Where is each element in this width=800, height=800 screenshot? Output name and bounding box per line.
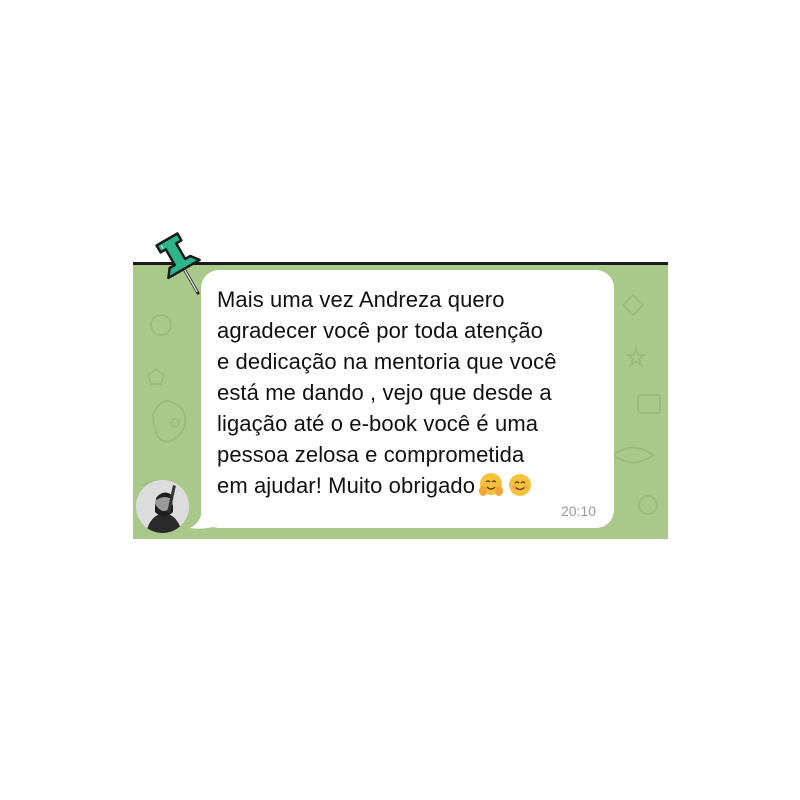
sender-avatar[interactable] <box>136 480 189 533</box>
message-line: em ajudar! Muito obrigado <box>217 473 476 498</box>
message-line: e dedicação na mentoria que você <box>217 349 557 374</box>
message-line: agradecer você por toda atenção <box>217 318 543 343</box>
smiling-face-emoji-icon <box>509 474 532 496</box>
hugging-face-emoji-icon <box>479 473 504 496</box>
message-timestamp: 20:10 <box>560 503 596 519</box>
message-line: Mais uma vez Andreza quero <box>217 287 505 312</box>
avatar-photo <box>136 480 189 533</box>
message-text: Mais uma vez Andreza quero agradecer voc… <box>217 284 596 501</box>
message-line: está me dando , vejo que desde a <box>217 380 552 405</box>
message-bubble[interactable]: Mais uma vez Andreza quero agradecer voc… <box>201 270 614 528</box>
message-line: ligação até o e-book você é uma <box>217 411 539 436</box>
message-line: pessoa zelosa e comprometida <box>217 442 525 467</box>
push-pin-icon <box>155 232 201 295</box>
